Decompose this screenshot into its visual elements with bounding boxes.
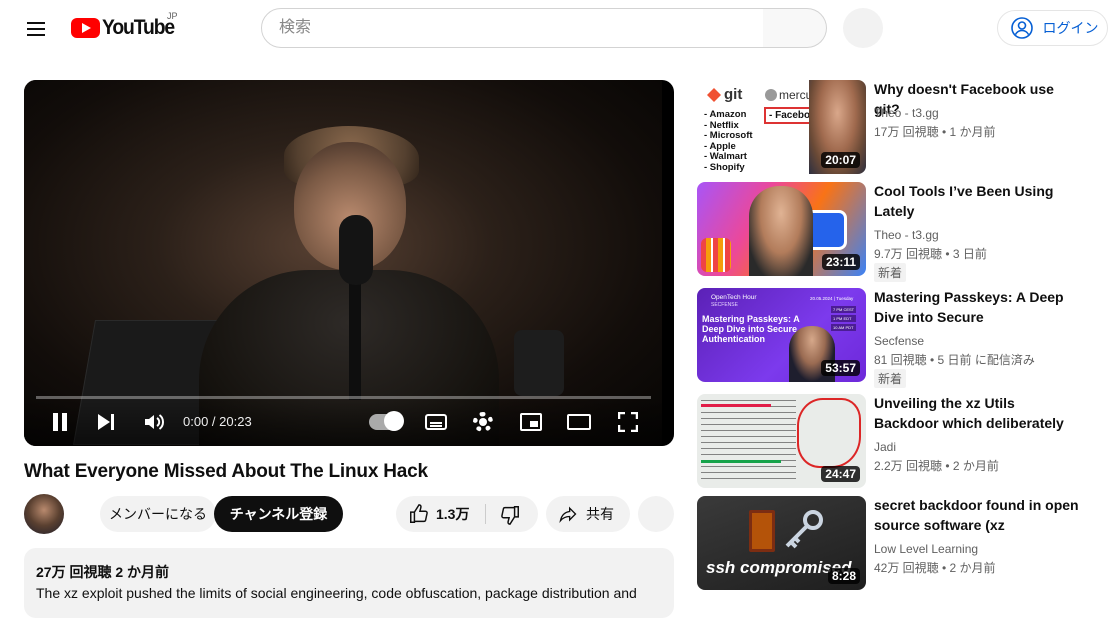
login-label: ログイン [1042,20,1099,36]
login-button[interactable]: ログイン [997,10,1108,46]
recommended-video[interactable]: 24:47 Unveiling the xz Utils Backdoor wh… [697,394,1107,489]
event-date: 20.05.2024 | Tuesday [810,296,854,301]
video-title[interactable]: Unveiling the xz Utils Backdoor which de… [874,393,1079,433]
channel-name[interactable]: Low Level Learning [874,542,978,556]
presenter-portrait [749,186,813,276]
menu-button[interactable] [18,13,54,43]
mercurial-logo-icon [765,89,777,101]
event-brand: OpenTech Hour [711,294,757,301]
video-duration: 20:07 [821,152,860,168]
video-title[interactable]: Cool Tools I’ve Been Using Lately [874,181,1079,221]
thumbs-down-icon[interactable] [499,504,521,526]
description-box[interactable]: 27万 回視聴 2 か月前 The xz exploit pushed the … [24,548,674,618]
event-org: SECFENSE [711,302,738,308]
video-stats: 17万 回視聴 • 1 か月前 [874,125,996,139]
progress-bar[interactable] [36,396,651,399]
like-divider [485,504,486,524]
video-duration: 8:28 [827,568,860,584]
channel-name[interactable]: Theo - t3.gg [874,106,939,120]
logo-text: YouTube [102,16,175,39]
voice-search-button[interactable] [843,8,883,48]
share-button[interactable]: 共有 [546,496,630,532]
door-icon [749,510,775,552]
new-badge: 新着 [874,263,907,282]
company-item: - Amazon [704,109,747,120]
company-item: - Walmart [704,151,747,162]
fullscreen-icon[interactable] [618,412,638,432]
video-thumbnail[interactable]: 24:47 [697,394,866,488]
video-title[interactable]: secret backdoor found in open source sof… [874,495,1079,535]
time-display: 0:00 / 20:23 [183,414,252,429]
recommended-video[interactable]: git mercurial - Facebook - Amazon - Netf… [697,80,1107,175]
video-duration: 24:47 [821,466,860,482]
more-actions-button[interactable] [638,496,674,532]
git-logo-icon [707,88,721,102]
key-icon [785,510,823,549]
subtitles-icon[interactable] [425,414,447,430]
video-title[interactable]: Mastering Passkeys: A Deep Dive into Sec… [874,287,1079,327]
subscribe-button[interactable]: チャンネル登録 [214,496,343,532]
next-icon[interactable] [98,414,115,430]
company-item: - Shopify [704,161,745,173]
channel-avatar[interactable] [24,494,64,534]
video-thumbnail[interactable]: OpenTech Hour SECFENSE 20.05.2024 | Tues… [697,288,866,382]
youtube-logo[interactable]: YouTube JP [71,11,180,40]
recommended-video[interactable]: OpenTech Hour SECFENSE 20.05.2024 | Tues… [697,287,1107,388]
miniplayer-icon[interactable] [520,413,542,431]
code-lines [701,400,796,480]
channel-name[interactable]: Theo - t3.gg [874,228,939,242]
video-title: What Everyone Missed About The Linux Hac… [24,461,428,482]
pause-icon[interactable] [51,413,69,431]
share-label: 共有 [586,506,614,522]
video-thumbnail[interactable]: ssh compromised 8:28 [697,496,866,590]
channel-name[interactable]: Secfense [874,334,924,348]
search-input[interactable]: 検索 [261,8,765,48]
autoplay-toggle[interactable] [369,411,404,431]
mug [514,330,564,396]
video-stats: 2.2万 回視聴 • 2 か月前 [874,459,999,473]
microphone [339,215,373,285]
event-time: 10 AM PDT [831,324,857,331]
video-thumbnail[interactable]: git mercurial - Facebook - Amazon - Netf… [697,80,866,174]
views-and-date: 27万 回視聴 2 か月前 [36,564,170,580]
event-times: 7 PM CEST 1 PM EDT 10 AM PDT [831,306,857,331]
like-count: 1.3万 [436,506,470,522]
new-badge: 新着 [874,369,907,388]
volume-icon[interactable] [143,412,165,432]
recommended-video[interactable]: 23:11 Cool Tools I’ve Been Using Lately … [697,181,1107,282]
git-label: git [724,86,743,103]
event-time: 7 PM CEST [831,306,857,313]
video-duration: 53:57 [821,360,860,376]
video-stats: 9.7万 回視聴 • 3 日前 [874,247,987,261]
highlight-line [701,460,781,463]
thumbs-up-icon[interactable] [408,503,430,525]
company-list: - Amazon - Netflix - Microsoft - Apple -… [704,109,753,173]
search-button[interactable] [763,8,827,48]
highlight-line [701,404,771,407]
description-text: The xz exploit pushed the limits of soci… [36,585,637,601]
youtube-play-icon [71,18,100,38]
whiteboard-sketch [797,398,861,468]
recommended-video[interactable]: ssh compromised 8:28 secret backdoor fou… [697,496,1107,591]
event-time: 1 PM EDT [831,315,857,322]
region-code: JP [167,11,178,21]
app-icon-shape [701,238,731,272]
mic-arm [349,280,361,400]
channel-name[interactable]: Jadi [874,440,896,454]
video-player[interactable]: 0:00 / 20:23 [24,80,674,446]
gear-icon[interactable] [473,412,493,432]
like-dislike-group[interactable]: 1.3万 [396,496,538,532]
video-thumbnail[interactable]: 23:11 [697,182,866,276]
company-item: - Microsoft [704,130,753,141]
video-stats: 42万 回視聴 • 2 か月前 [874,561,996,575]
account-icon [1011,17,1033,39]
video-duration: 23:11 [821,254,860,270]
join-membership-button[interactable]: メンバーになる [100,496,216,532]
video-stats: 81 回視聴 • 5 日前 に配信済み [874,353,1035,367]
video-frame [24,80,662,446]
share-icon [559,506,577,524]
theater-mode-icon[interactable] [567,414,591,430]
